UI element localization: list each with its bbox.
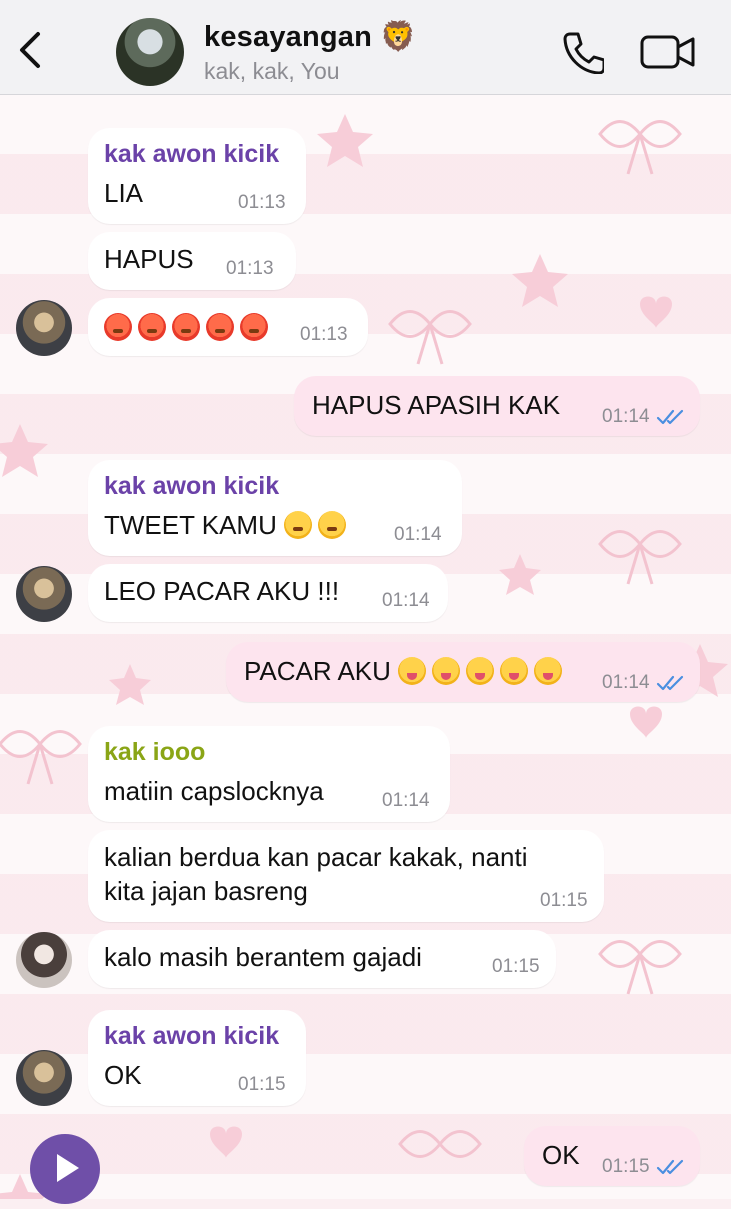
message-time: 01:14 — [602, 406, 650, 427]
avatar[interactable] — [16, 1050, 72, 1106]
message-bubble[interactable]: kak iooo matiin capslocknya 01:14 — [88, 726, 450, 822]
message-time: 01:14 — [382, 590, 430, 611]
play-button[interactable] — [30, 1134, 100, 1204]
message-time: 01:15 — [540, 890, 588, 911]
message-time: 01:13 — [238, 192, 286, 213]
outgoing-message-bubble[interactable]: OK 01:15 — [524, 1126, 700, 1186]
double-check-icon — [656, 1159, 684, 1175]
message-text: kalo masih berantem gajadi — [104, 942, 422, 972]
avatar[interactable] — [16, 566, 72, 622]
message-text: HAPUS — [104, 244, 194, 274]
message-time: 01:15 — [238, 1074, 286, 1095]
message-bubble[interactable]: kak awon kicik OK 01:15 — [88, 1010, 306, 1106]
squinting-tongue-face-icon — [432, 657, 461, 685]
message-text-line-1: kalian berdua kan pacar kakak, nanti — [104, 842, 528, 872]
unamused-face-icon — [284, 511, 313, 539]
message-bubble[interactable]: kak awon kicik LIA 01:13 — [88, 128, 306, 224]
angry-face-icon — [206, 313, 234, 341]
message-bubble[interactable]: kalian berdua kan pacar kakak, nanti kit… — [88, 830, 604, 922]
back-chevron-icon[interactable] — [14, 30, 48, 70]
double-check-icon — [656, 675, 684, 691]
emoji-row — [104, 312, 274, 343]
avatar[interactable] — [16, 932, 72, 988]
chat-members[interactable]: kak, kak, You — [204, 58, 340, 85]
angry-face-icon — [240, 313, 268, 341]
squinting-tongue-face-icon — [500, 657, 529, 685]
squinting-tongue-face-icon — [398, 657, 427, 685]
message-time: 01:13 — [300, 324, 348, 345]
message-time: 01:14 — [382, 790, 430, 811]
phone-icon[interactable] — [560, 30, 604, 74]
message-text: HAPUS APASIH KAK — [312, 390, 561, 420]
video-icon[interactable] — [640, 34, 696, 70]
outgoing-message-bubble[interactable]: HAPUS APASIH KAK 01:14 — [294, 376, 700, 436]
message-time: 01:14 — [602, 672, 650, 693]
angry-face-icon — [138, 313, 166, 341]
message-time: 01:15 — [602, 1156, 650, 1177]
double-check-icon — [656, 409, 684, 425]
play-icon — [57, 1154, 79, 1182]
avatar[interactable] — [16, 300, 72, 356]
message-text: PACAR AKU — [244, 656, 568, 687]
message-bubble[interactable]: kak awon kicik TWEET KAMU 01:14 — [88, 460, 462, 556]
message-text: LEO PACAR AKU !!! — [104, 576, 340, 606]
angry-face-icon — [104, 313, 132, 341]
sender-name: kak awon kicik — [104, 140, 280, 168]
outgoing-message-bubble[interactable]: PACAR AKU 01:14 — [226, 642, 700, 702]
group-avatar[interactable] — [116, 18, 184, 86]
message-bubble[interactable]: kalo masih berantem gajadi 01:15 — [88, 930, 556, 988]
unamused-face-icon — [318, 511, 347, 539]
sender-name: kak awon kicik — [104, 1022, 280, 1050]
message-bubble[interactable]: LEO PACAR AKU !!! 01:14 — [88, 564, 448, 622]
angry-face-icon — [172, 313, 200, 341]
squinting-tongue-face-icon — [534, 657, 563, 685]
message-text: OK — [542, 1140, 580, 1170]
message-bubble[interactable]: HAPUS 01:13 — [88, 232, 296, 290]
message-text: matiin capslocknya — [104, 776, 324, 806]
message-text-line-2: kita jajan basreng — [104, 876, 308, 906]
message-text: TWEET KAMU — [104, 510, 352, 541]
message-time: 01:15 — [492, 956, 540, 977]
message-text: LIA — [104, 178, 144, 208]
squinting-tongue-face-icon — [466, 657, 495, 685]
chat-header: kesayangan 🦁 kak, kak, You — [0, 0, 731, 95]
message-time: 01:14 — [394, 524, 442, 545]
chat-title[interactable]: kesayangan 🦁 — [204, 20, 417, 54]
message-text: OK — [104, 1060, 142, 1090]
message-bubble[interactable]: 01:13 — [88, 298, 368, 356]
sender-name: kak awon kicik — [104, 472, 280, 500]
message-time: 01:13 — [226, 258, 274, 279]
sender-name: kak iooo — [104, 738, 206, 766]
